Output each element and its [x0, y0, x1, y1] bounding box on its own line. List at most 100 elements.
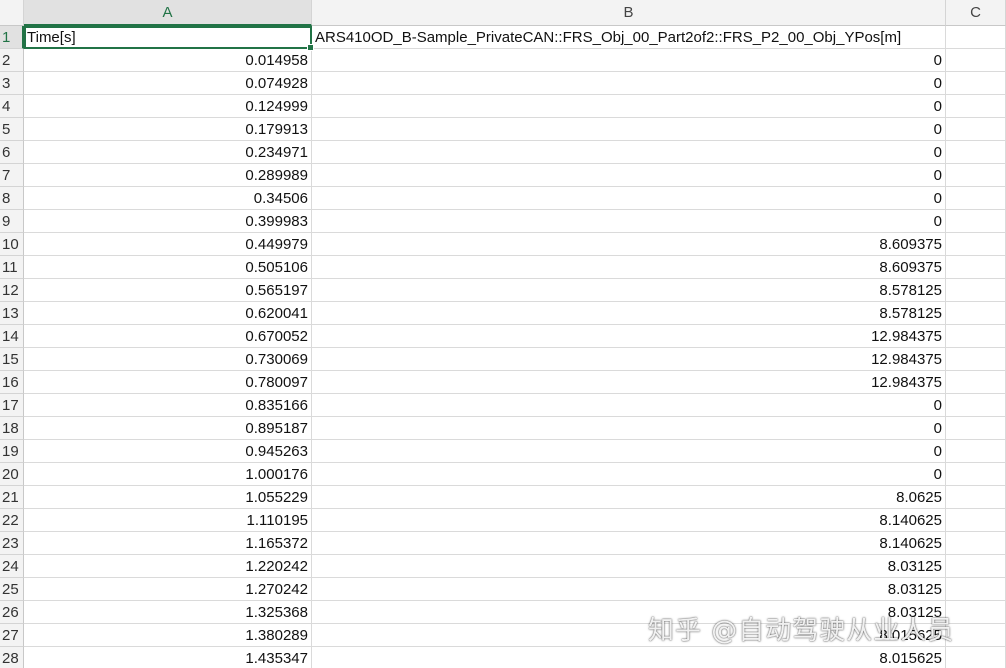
row-header[interactable]: 28 [0, 647, 24, 668]
column-header-b[interactable]: B [312, 0, 946, 26]
cell-column-a[interactable]: 1.055229 [24, 486, 312, 509]
cell-column-b[interactable]: 0 [312, 394, 946, 417]
cell-column-a[interactable]: 1.435347 [24, 647, 312, 668]
cell-a1-active[interactable]: Time[s] [24, 26, 314, 51]
cell-column-c[interactable] [946, 302, 1006, 325]
cell-column-c[interactable] [946, 72, 1006, 95]
cell-column-b[interactable]: 0 [312, 210, 946, 233]
row-header[interactable]: 9 [0, 210, 24, 233]
cell-column-a[interactable]: 0.449979 [24, 233, 312, 256]
cell-column-b[interactable]: 8.140625 [312, 532, 946, 555]
cell-column-b[interactable]: 8.015625 [312, 624, 946, 647]
cell-column-a[interactable]: 1.270242 [24, 578, 312, 601]
row-header[interactable]: 27 [0, 624, 24, 647]
cell-column-c[interactable] [946, 647, 1006, 668]
cell-column-b[interactable]: 8.03125 [312, 578, 946, 601]
cell-column-b[interactable]: 8.140625 [312, 509, 946, 532]
cell-column-c[interactable] [946, 578, 1006, 601]
cell-column-b[interactable]: ARS410OD_B-Sample_PrivateCAN::FRS_Obj_00… [312, 26, 946, 49]
cell-column-c[interactable] [946, 187, 1006, 210]
cell-column-b[interactable]: 0 [312, 95, 946, 118]
row-header[interactable]: 17 [0, 394, 24, 417]
cell-column-c[interactable] [946, 325, 1006, 348]
cell-column-a[interactable]: 0.835166 [24, 394, 312, 417]
cell-column-c[interactable] [946, 509, 1006, 532]
cell-column-b[interactable]: 8.03125 [312, 555, 946, 578]
cell-column-b[interactable]: 8.578125 [312, 302, 946, 325]
cell-column-c[interactable] [946, 440, 1006, 463]
cell-column-b[interactable]: 12.984375 [312, 348, 946, 371]
cell-column-c[interactable] [946, 417, 1006, 440]
cell-column-c[interactable] [946, 624, 1006, 647]
cell-column-a[interactable]: 0.289989 [24, 164, 312, 187]
cell-column-c[interactable] [946, 394, 1006, 417]
cell-column-c[interactable] [946, 463, 1006, 486]
cell-column-c[interactable] [946, 486, 1006, 509]
cell-column-c[interactable] [946, 95, 1006, 118]
cell-column-a[interactable]: 1.110195 [24, 509, 312, 532]
cell-column-a[interactable]: 1.000176 [24, 463, 312, 486]
cell-column-a[interactable]: 0.34506 [24, 187, 312, 210]
cell-column-a[interactable]: 0.505106 [24, 256, 312, 279]
cell-column-a[interactable]: 0.014958 [24, 49, 312, 72]
cell-column-b[interactable]: 0 [312, 118, 946, 141]
cell-column-a[interactable]: 1.325368 [24, 601, 312, 624]
cell-column-c[interactable] [946, 49, 1006, 72]
cell-column-b[interactable]: 12.984375 [312, 371, 946, 394]
cell-column-b[interactable]: 8.03125 [312, 601, 946, 624]
cell-column-a[interactable]: 0.074928 [24, 72, 312, 95]
cell-column-b[interactable]: 8.0625 [312, 486, 946, 509]
row-header[interactable]: 14 [0, 325, 24, 348]
cell-column-b[interactable]: 8.015625 [312, 647, 946, 668]
row-header[interactable]: 3 [0, 72, 24, 95]
row-header[interactable]: 15 [0, 348, 24, 371]
row-header[interactable]: 25 [0, 578, 24, 601]
row-header[interactable]: 7 [0, 164, 24, 187]
cell-column-a[interactable]: 1.220242 [24, 555, 312, 578]
row-header[interactable]: 6 [0, 141, 24, 164]
cell-column-a[interactable]: 1.380289 [24, 624, 312, 647]
cell-column-b[interactable]: 8.578125 [312, 279, 946, 302]
cell-column-a[interactable]: 0.895187 [24, 417, 312, 440]
cell-column-a[interactable]: 0.565197 [24, 279, 312, 302]
cell-column-c[interactable] [946, 371, 1006, 394]
cell-column-c[interactable] [946, 233, 1006, 256]
row-header[interactable]: 16 [0, 371, 24, 394]
cell-column-b[interactable]: 8.609375 [312, 256, 946, 279]
cell-column-b[interactable]: 0 [312, 49, 946, 72]
cell-column-b[interactable]: 0 [312, 417, 946, 440]
cell-column-c[interactable] [946, 118, 1006, 141]
row-header[interactable]: 22 [0, 509, 24, 532]
select-all-corner[interactable] [0, 0, 24, 26]
cell-column-a[interactable]: 0.179913 [24, 118, 312, 141]
cell-column-a[interactable]: 1.165372 [24, 532, 312, 555]
column-header-c[interactable]: C [946, 0, 1006, 26]
cell-column-c[interactable] [946, 164, 1006, 187]
cell-column-b[interactable]: 0 [312, 164, 946, 187]
cell-column-a[interactable]: 0.399983 [24, 210, 312, 233]
row-header[interactable]: 19 [0, 440, 24, 463]
cell-column-c[interactable] [946, 210, 1006, 233]
cell-column-c[interactable] [946, 348, 1006, 371]
cell-column-c[interactable] [946, 141, 1006, 164]
cell-column-c[interactable] [946, 26, 1006, 49]
row-header[interactable]: 26 [0, 601, 24, 624]
row-header[interactable]: 13 [0, 302, 24, 325]
cell-column-b[interactable]: 8.609375 [312, 233, 946, 256]
cell-column-b[interactable]: 0 [312, 187, 946, 210]
row-header[interactable]: 4 [0, 95, 24, 118]
cell-column-c[interactable] [946, 279, 1006, 302]
cell-column-a[interactable]: 0.945263 [24, 440, 312, 463]
cell-column-b[interactable]: 12.984375 [312, 325, 946, 348]
row-header[interactable]: 10 [0, 233, 24, 256]
row-header[interactable]: 23 [0, 532, 24, 555]
cell-column-b[interactable]: 0 [312, 72, 946, 95]
row-header[interactable]: 1 [0, 26, 24, 49]
cell-column-b[interactable]: 0 [312, 463, 946, 486]
cell-column-a[interactable]: 0.620041 [24, 302, 312, 325]
cell-column-a[interactable]: 0.780097 [24, 371, 312, 394]
cell-column-a[interactable]: 0.670052 [24, 325, 312, 348]
row-header[interactable]: 12 [0, 279, 24, 302]
cell-column-c[interactable] [946, 532, 1006, 555]
cell-column-a[interactable]: 0.124999 [24, 95, 312, 118]
